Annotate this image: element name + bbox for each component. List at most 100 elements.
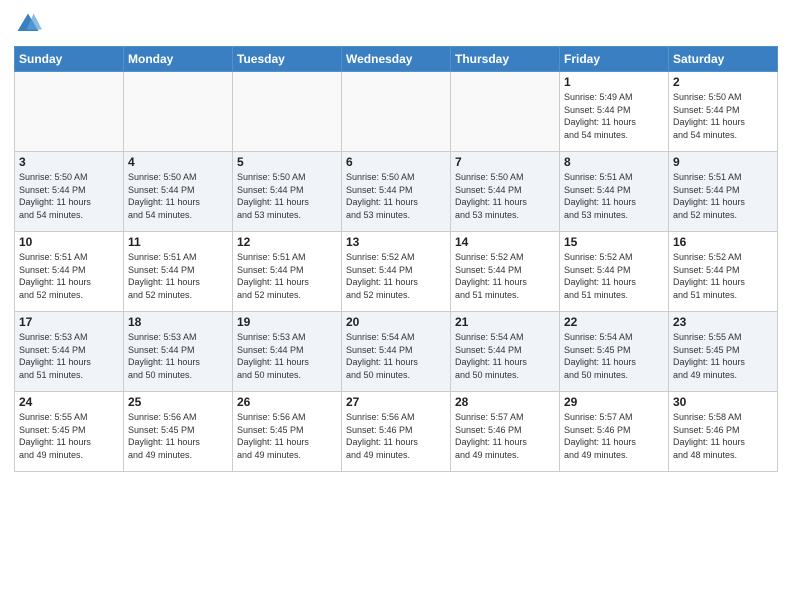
day-info: Sunrise: 5:51 AM Sunset: 5:44 PM Dayligh…	[673, 171, 773, 221]
day-info: Sunrise: 5:55 AM Sunset: 5:45 PM Dayligh…	[19, 411, 119, 461]
calendar-cell: 27 Sunrise: 5:56 AM Sunset: 5:46 PM Dayli…	[342, 392, 451, 472]
calendar-cell: 30Sunrise: 5:58 AM Sunset: 5:46 PM Dayli…	[669, 392, 778, 472]
col-header-monday: Monday	[124, 47, 233, 72]
day-number: 5	[237, 155, 337, 169]
day-info: Sunrise: 5:55 AM Sunset: 5:45 PM Dayligh…	[673, 331, 773, 381]
day-number: 11	[128, 235, 228, 249]
calendar-cell: 26Sunrise: 5:56 AM Sunset: 5:45 PM Dayli…	[233, 392, 342, 472]
calendar-cell: 1 Sunrise: 5:49 AM Sunset: 5:44 PM Daylig…	[560, 72, 669, 152]
calendar-cell: 17Sunrise: 5:53 AM Sunset: 5:44 PM Dayli…	[15, 312, 124, 392]
day-info: Sunrise: 5:50 AM Sunset: 5:44 PM Dayligh…	[455, 171, 555, 221]
day-number: 21	[455, 315, 555, 329]
day-info: Sunrise: 5:50 AM Sunset: 5:44 PM Dayligh…	[237, 171, 337, 221]
calendar-cell: 19 Sunrise: 5:53 AM Sunset: 5:44 PM Dayli…	[233, 312, 342, 392]
day-info: Sunrise: 5:58 AM Sunset: 5:46 PM Dayligh…	[673, 411, 773, 461]
day-info: Sunrise: 5:53 AM Sunset: 5:44 PM Dayligh…	[237, 331, 337, 381]
calendar-cell: 12 Sunrise: 5:51 AM Sunset: 5:44 PM Dayli…	[233, 232, 342, 312]
day-number: 29	[564, 395, 664, 409]
calendar-cell: 5 Sunrise: 5:50 AM Sunset: 5:44 PM Daylig…	[233, 152, 342, 232]
calendar-cell: 23 Sunrise: 5:55 AM Sunset: 5:45 PM Dayli…	[669, 312, 778, 392]
calendar-cell	[233, 72, 342, 152]
calendar-cell: 4 Sunrise: 5:50 AM Sunset: 5:44 PM Daylig…	[124, 152, 233, 232]
day-number: 20	[346, 315, 446, 329]
col-header-sunday: Sunday	[15, 47, 124, 72]
day-number: 24	[19, 395, 119, 409]
col-header-friday: Friday	[560, 47, 669, 72]
day-info: Sunrise: 5:54 AM Sunset: 5:44 PM Dayligh…	[455, 331, 555, 381]
col-header-wednesday: Wednesday	[342, 47, 451, 72]
calendar-body: 1 Sunrise: 5:49 AM Sunset: 5:44 PM Daylig…	[15, 72, 778, 472]
col-header-saturday: Saturday	[669, 47, 778, 72]
calendar-cell: 25 Sunrise: 5:56 AM Sunset: 5:45 PM Dayli…	[124, 392, 233, 472]
day-info: Sunrise: 5:52 AM Sunset: 5:44 PM Dayligh…	[673, 251, 773, 301]
day-info: Sunrise: 5:52 AM Sunset: 5:44 PM Dayligh…	[455, 251, 555, 301]
calendar-cell: 15Sunrise: 5:52 AM Sunset: 5:44 PM Dayli…	[560, 232, 669, 312]
day-info: Sunrise: 5:57 AM Sunset: 5:46 PM Dayligh…	[564, 411, 664, 461]
day-number: 19	[237, 315, 337, 329]
day-number: 7	[455, 155, 555, 169]
day-info: Sunrise: 5:51 AM Sunset: 5:44 PM Dayligh…	[19, 251, 119, 301]
header	[14, 10, 778, 38]
logo	[14, 10, 46, 38]
day-number: 27	[346, 395, 446, 409]
day-info: Sunrise: 5:56 AM Sunset: 5:45 PM Dayligh…	[128, 411, 228, 461]
day-info: Sunrise: 5:52 AM Sunset: 5:44 PM Dayligh…	[346, 251, 446, 301]
calendar-cell: 24 Sunrise: 5:55 AM Sunset: 5:45 PM Dayli…	[15, 392, 124, 472]
calendar-cell: 13Sunrise: 5:52 AM Sunset: 5:44 PM Dayli…	[342, 232, 451, 312]
calendar-cell: 28 Sunrise: 5:57 AM Sunset: 5:46 PM Dayli…	[451, 392, 560, 472]
calendar-week-0: 1 Sunrise: 5:49 AM Sunset: 5:44 PM Daylig…	[15, 72, 778, 152]
day-info: Sunrise: 5:53 AM Sunset: 5:44 PM Dayligh…	[128, 331, 228, 381]
calendar-cell: 10Sunrise: 5:51 AM Sunset: 5:44 PM Dayli…	[15, 232, 124, 312]
logo-icon	[14, 10, 42, 38]
calendar-cell	[15, 72, 124, 152]
day-number: 9	[673, 155, 773, 169]
day-info: Sunrise: 5:56 AM Sunset: 5:46 PM Dayligh…	[346, 411, 446, 461]
calendar-cell	[124, 72, 233, 152]
calendar-cell: 3 Sunrise: 5:50 AM Sunset: 5:44 PM Daylig…	[15, 152, 124, 232]
day-number: 4	[128, 155, 228, 169]
day-info: Sunrise: 5:50 AM Sunset: 5:44 PM Dayligh…	[128, 171, 228, 221]
calendar-cell: 20 Sunrise: 5:54 AM Sunset: 5:44 PM Dayli…	[342, 312, 451, 392]
day-number: 14	[455, 235, 555, 249]
calendar-cell: 21 Sunrise: 5:54 AM Sunset: 5:44 PM Dayli…	[451, 312, 560, 392]
day-number: 15	[564, 235, 664, 249]
day-number: 28	[455, 395, 555, 409]
day-number: 3	[19, 155, 119, 169]
day-info: Sunrise: 5:54 AM Sunset: 5:45 PM Dayligh…	[564, 331, 664, 381]
day-info: Sunrise: 5:57 AM Sunset: 5:46 PM Dayligh…	[455, 411, 555, 461]
day-number: 16	[673, 235, 773, 249]
day-number: 23	[673, 315, 773, 329]
calendar-cell: 18 Sunrise: 5:53 AM Sunset: 5:44 PM Dayli…	[124, 312, 233, 392]
col-header-tuesday: Tuesday	[233, 47, 342, 72]
calendar-cell: 9 Sunrise: 5:51 AM Sunset: 5:44 PM Daylig…	[669, 152, 778, 232]
day-number: 17	[19, 315, 119, 329]
day-number: 18	[128, 315, 228, 329]
day-info: Sunrise: 5:50 AM Sunset: 5:44 PM Dayligh…	[673, 91, 773, 141]
calendar-cell: 14 Sunrise: 5:52 AM Sunset: 5:44 PM Dayli…	[451, 232, 560, 312]
calendar-cell: 6 Sunrise: 5:50 AM Sunset: 5:44 PM Daylig…	[342, 152, 451, 232]
calendar-table: SundayMondayTuesdayWednesdayThursdayFrid…	[14, 46, 778, 472]
day-info: Sunrise: 5:51 AM Sunset: 5:44 PM Dayligh…	[237, 251, 337, 301]
day-number: 6	[346, 155, 446, 169]
calendar-cell: 2 Sunrise: 5:50 AM Sunset: 5:44 PM Daylig…	[669, 72, 778, 152]
day-info: Sunrise: 5:49 AM Sunset: 5:44 PM Dayligh…	[564, 91, 664, 141]
calendar-cell: 11 Sunrise: 5:51 AM Sunset: 5:44 PM Dayli…	[124, 232, 233, 312]
calendar-week-1: 3 Sunrise: 5:50 AM Sunset: 5:44 PM Daylig…	[15, 152, 778, 232]
day-number: 22	[564, 315, 664, 329]
day-number: 2	[673, 75, 773, 89]
day-number: 1	[564, 75, 664, 89]
calendar-week-2: 10Sunrise: 5:51 AM Sunset: 5:44 PM Dayli…	[15, 232, 778, 312]
day-info: Sunrise: 5:51 AM Sunset: 5:44 PM Dayligh…	[564, 171, 664, 221]
day-info: Sunrise: 5:51 AM Sunset: 5:44 PM Dayligh…	[128, 251, 228, 301]
calendar-cell: 7 Sunrise: 5:50 AM Sunset: 5:44 PM Daylig…	[451, 152, 560, 232]
header-row: SundayMondayTuesdayWednesdayThursdayFrid…	[15, 47, 778, 72]
day-number: 25	[128, 395, 228, 409]
day-info: Sunrise: 5:50 AM Sunset: 5:44 PM Dayligh…	[19, 171, 119, 221]
calendar-header: SundayMondayTuesdayWednesdayThursdayFrid…	[15, 47, 778, 72]
page: SundayMondayTuesdayWednesdayThursdayFrid…	[0, 0, 792, 612]
day-number: 12	[237, 235, 337, 249]
day-info: Sunrise: 5:54 AM Sunset: 5:44 PM Dayligh…	[346, 331, 446, 381]
calendar-cell	[451, 72, 560, 152]
day-number: 26	[237, 395, 337, 409]
day-info: Sunrise: 5:50 AM Sunset: 5:44 PM Dayligh…	[346, 171, 446, 221]
